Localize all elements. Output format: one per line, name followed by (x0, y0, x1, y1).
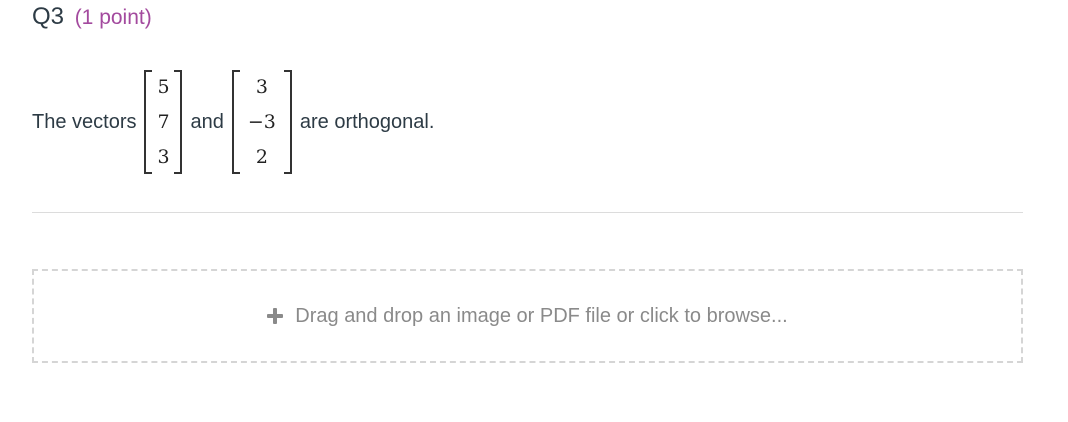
divider (32, 212, 1023, 213)
vector-b-entry: 2 (255, 146, 268, 168)
vector-a-entry: 5 (157, 76, 170, 98)
prompt-suffix: are orthogonal. (299, 110, 435, 133)
prompt-prefix: The vectors (32, 110, 137, 133)
left-bracket (231, 70, 240, 174)
prompt-conjunction: and (190, 110, 224, 133)
vector-a-entry: 7 (157, 111, 170, 133)
left-bracket (144, 70, 153, 174)
vector-a-entry: 3 (157, 146, 170, 168)
question-prompt: The vectors 5 7 3 and 3 −3 2 are orthogo… (32, 70, 434, 174)
vector-b-entry: 3 (255, 76, 268, 98)
file-upload-dropzone[interactable]: Drag and drop an image or PDF file or cl… (32, 269, 1023, 363)
question-header: Q3 (1 point) (32, 2, 152, 33)
plus-icon (267, 308, 284, 324)
question-number: Q3 (32, 3, 65, 30)
vector-a-entries: 5 7 3 (152, 70, 174, 174)
upload-label: Drag and drop an image or PDF file or cl… (295, 304, 788, 327)
question-points: (1 point) (74, 6, 152, 29)
vector-a: 5 7 3 (144, 70, 183, 174)
right-bracket (283, 70, 292, 174)
vector-b-entry: −3 (247, 111, 276, 133)
vector-b: 3 −3 2 (231, 70, 292, 174)
right-bracket (174, 70, 183, 174)
vector-b-entries: 3 −3 2 (240, 70, 284, 174)
